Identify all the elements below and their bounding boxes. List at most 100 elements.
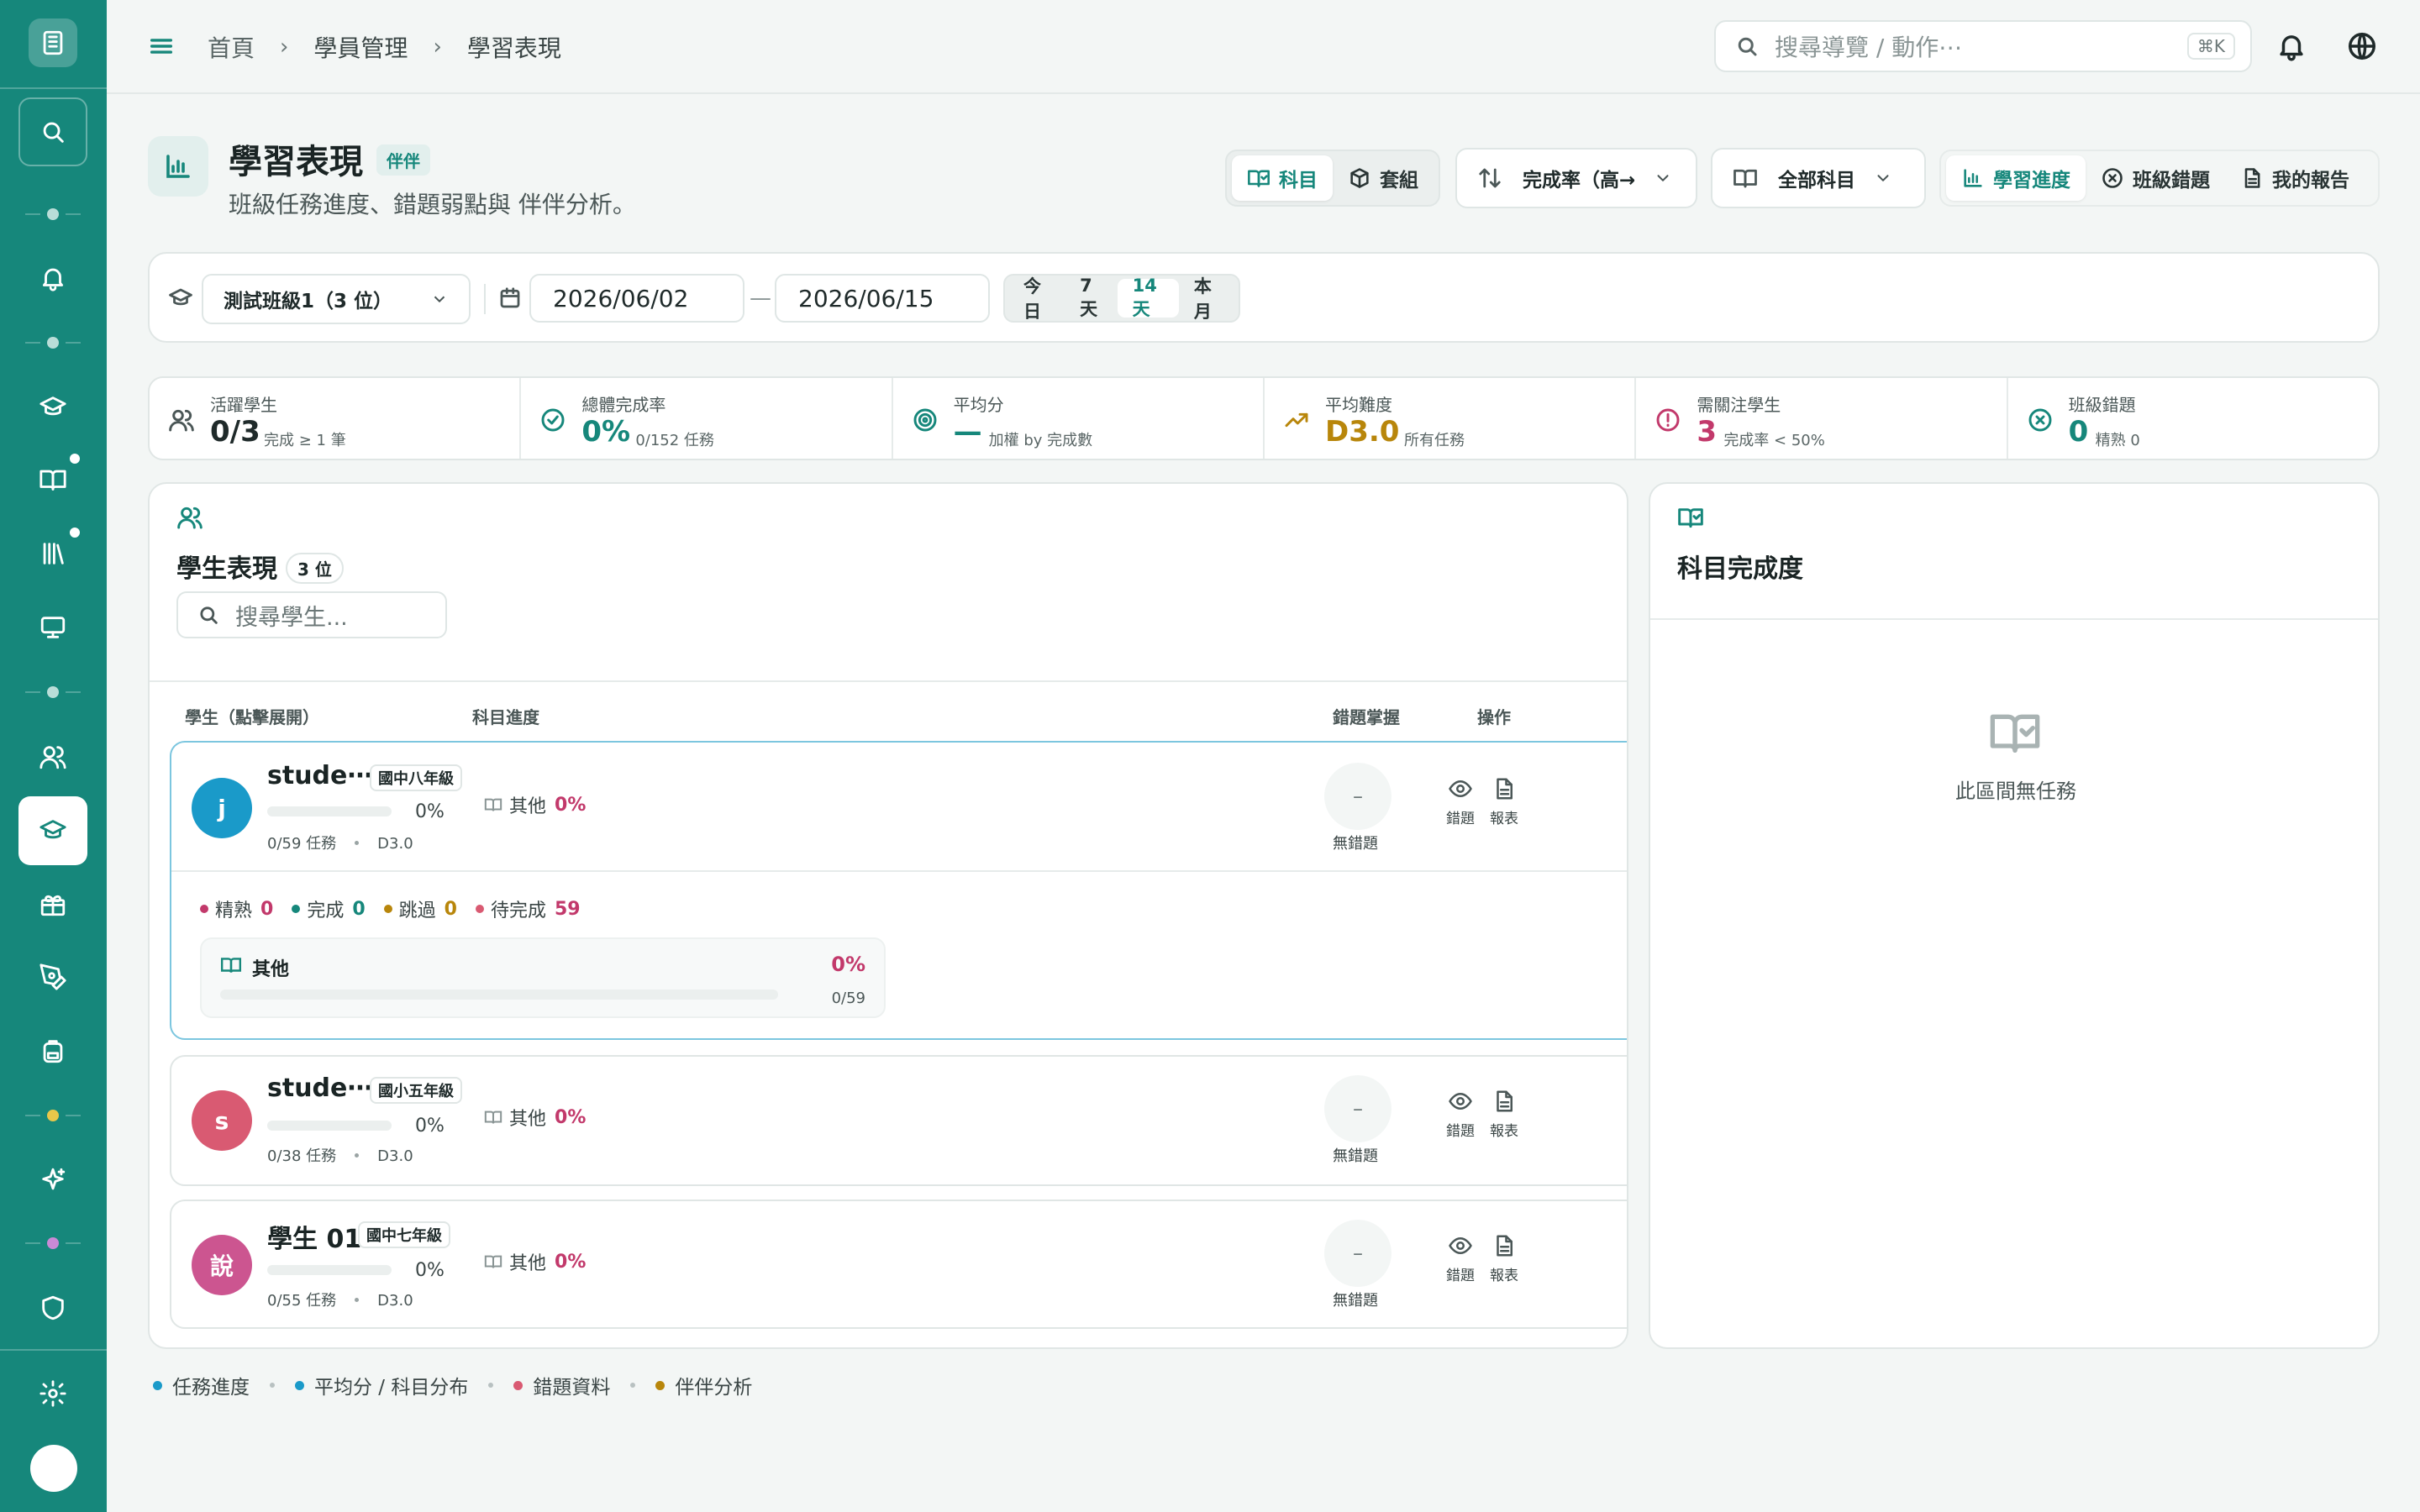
- stat-attention-students: 需關注學生 3 完成率 < 50%: [1636, 378, 2008, 459]
- language-button[interactable]: [2346, 30, 2378, 62]
- sort-arrows-icon: [1479, 168, 1501, 188]
- stat-value: 0/3: [210, 415, 260, 449]
- menu-toggle-button[interactable]: [147, 32, 176, 60]
- task-count: 0/55 任務: [267, 1292, 337, 1310]
- backpack-icon: [43, 1040, 63, 1063]
- file-text-icon: [1497, 1235, 1512, 1257]
- view-toggle-set[interactable]: 套組: [1333, 155, 1434, 201]
- range-this-month[interactable]: 本月: [1179, 276, 1235, 322]
- stat-label: 平均難度: [1324, 395, 1392, 415]
- sidebar-group-separator: [18, 1235, 87, 1252]
- monitor-icon: [40, 617, 66, 638]
- subject-percent: 0%: [555, 1251, 587, 1273]
- class-select[interactable]: 測試班級1（3 位）: [202, 274, 471, 324]
- subject-name: 其他: [509, 1109, 547, 1130]
- date-from-input[interactable]: 2026/06/02: [529, 274, 744, 323]
- sort-dropdown[interactable]: 完成率（高→: [1455, 148, 1697, 208]
- search-icon: [43, 122, 64, 143]
- sidebar-item-students[interactable]: [18, 722, 87, 791]
- sidebar-search-button[interactable]: [18, 97, 87, 166]
- difficulty: D3.0: [377, 1292, 413, 1310]
- task-summary: 0/38 任務 D3.0: [267, 1144, 413, 1166]
- separator-dot: [355, 1153, 360, 1158]
- mastery-indicator: –: [1324, 1075, 1392, 1142]
- globe-icon: [2349, 33, 2375, 60]
- stat-overall-completion: 總體完成率 0% 0/152 任務: [521, 378, 893, 459]
- student-card[interactable]: j stude⋯ 國中八年級 0% 0/59 任務 D3.0 其他 0% – 無錯…: [170, 741, 1627, 1040]
- view-mistakes-button[interactable]: 錯題: [1444, 1089, 1477, 1140]
- tab-my-report[interactable]: 我的報告: [2225, 155, 2365, 201]
- stat-value: D3.0: [1324, 415, 1400, 449]
- view-mistakes-button[interactable]: 錯題: [1444, 1233, 1477, 1284]
- difficulty: D3.0: [377, 1147, 413, 1165]
- view-mistakes-label: 錯題: [1446, 811, 1475, 827]
- book-check-icon: [1248, 170, 1270, 187]
- book-check-icon: [1733, 169, 1757, 188]
- subject-progress: 其他 0%: [484, 1104, 586, 1131]
- view-report-label: 報表: [1490, 811, 1518, 827]
- sidebar-item-settings[interactable]: [18, 1359, 87, 1428]
- subject-filter-dropdown[interactable]: 全部科目: [1711, 148, 1926, 208]
- range-14-days[interactable]: 14天: [1117, 276, 1179, 319]
- stat-label: 班級錯題: [2068, 395, 2136, 415]
- sidebar-divider: [0, 1349, 107, 1351]
- legend-average-score: 平均分 / 科目分布: [295, 1371, 468, 1399]
- notifications-button[interactable]: [2275, 30, 2307, 62]
- gear-icon: [39, 1380, 66, 1407]
- stat-label: 平均分: [953, 395, 1004, 415]
- library-icon: [43, 543, 64, 564]
- stat-value: 0: [2068, 415, 2089, 449]
- stat-value: —: [953, 415, 982, 449]
- users-icon: [168, 407, 195, 433]
- tab-class-mistakes[interactable]: 班級錯題: [2086, 155, 2225, 201]
- student-name: 學生 01: [267, 1225, 362, 1254]
- student-card[interactable]: s stude⋯ 國小五年級 0% 0/38 任務 D3.0 其他 0% – 無錯…: [170, 1055, 1627, 1186]
- column-header-progress: 科目進度: [472, 707, 539, 727]
- view-report-button[interactable]: 報表: [1487, 1233, 1521, 1284]
- app-logo[interactable]: [29, 18, 77, 67]
- global-search-input[interactable]: 搜尋導覽 / 動作⋯ ⌘K: [1714, 20, 2252, 72]
- view-toggle-subject[interactable]: 科目: [1232, 155, 1333, 201]
- view-report-button[interactable]: 報表: [1487, 1089, 1521, 1140]
- stat-class-mistakes: 班級錯題 0 精熟 0: [2008, 378, 2378, 459]
- subject-name: 其他: [509, 1253, 547, 1274]
- view-toggle: 科目 套組: [1225, 150, 1440, 207]
- sidebar-item-courses[interactable]: [18, 373, 87, 442]
- range-7-days[interactable]: 7天: [1065, 276, 1117, 319]
- range-today[interactable]: 今日: [1008, 276, 1065, 322]
- sidebar-divider: [0, 87, 107, 89]
- tab-learning-progress[interactable]: 學習進度: [1946, 155, 2086, 201]
- topbar: 首頁 › 學員管理 › 學習表現 搜尋導覽 / 動作⋯ ⌘K: [107, 0, 2420, 94]
- breadcrumb-home[interactable]: 首頁: [208, 30, 255, 64]
- view-mistakes-button[interactable]: 錯題: [1444, 776, 1477, 827]
- sidebar-item-design[interactable]: [18, 942, 87, 1011]
- student-card[interactable]: 說 學生 01 國中七年級 0% 0/55 任務 D3.0 其他 0% – 無錯題…: [170, 1200, 1627, 1329]
- view-report-label: 報表: [1490, 1123, 1518, 1140]
- subject-detail-percent: 0%: [831, 953, 865, 976]
- sidebar-group-separator: [18, 684, 87, 701]
- date-to-input[interactable]: 2026/06/15: [775, 274, 990, 323]
- package-icon: [1350, 168, 1369, 188]
- building-icon: [43, 30, 63, 55]
- chevron-down-icon: [1877, 175, 1889, 181]
- users-icon: [176, 504, 203, 534]
- chevron-down-icon: [1657, 175, 1669, 181]
- sidebar-item-rewards[interactable]: [18, 869, 87, 938]
- sidebar-item-ai[interactable]: [18, 1146, 87, 1215]
- stat-note: 完成 ≥ 1 筆: [264, 432, 346, 449]
- breadcrumb-student-management[interactable]: 學員管理: [313, 30, 408, 64]
- view-report-button[interactable]: 報表: [1487, 776, 1521, 827]
- sidebar-item-classroom[interactable]: [18, 593, 87, 662]
- sidebar-item-notifications[interactable]: [18, 244, 87, 312]
- student-search-input[interactable]: 搜尋學生...: [176, 591, 447, 638]
- view-report-label: 報表: [1490, 1268, 1518, 1284]
- graduation-cap-icon: [169, 288, 192, 306]
- sidebar-item-security[interactable]: [18, 1273, 87, 1342]
- user-avatar[interactable]: [30, 1445, 77, 1492]
- stat-note: 完成率 < 50%: [1723, 432, 1825, 449]
- legend-label: 待完成: [490, 900, 546, 921]
- sidebar-item-learning-performance[interactable]: [18, 796, 87, 865]
- chevron-down-icon: [434, 296, 445, 303]
- sidebar-item-backpack[interactable]: [18, 1016, 87, 1085]
- file-text-icon: [2244, 168, 2260, 188]
